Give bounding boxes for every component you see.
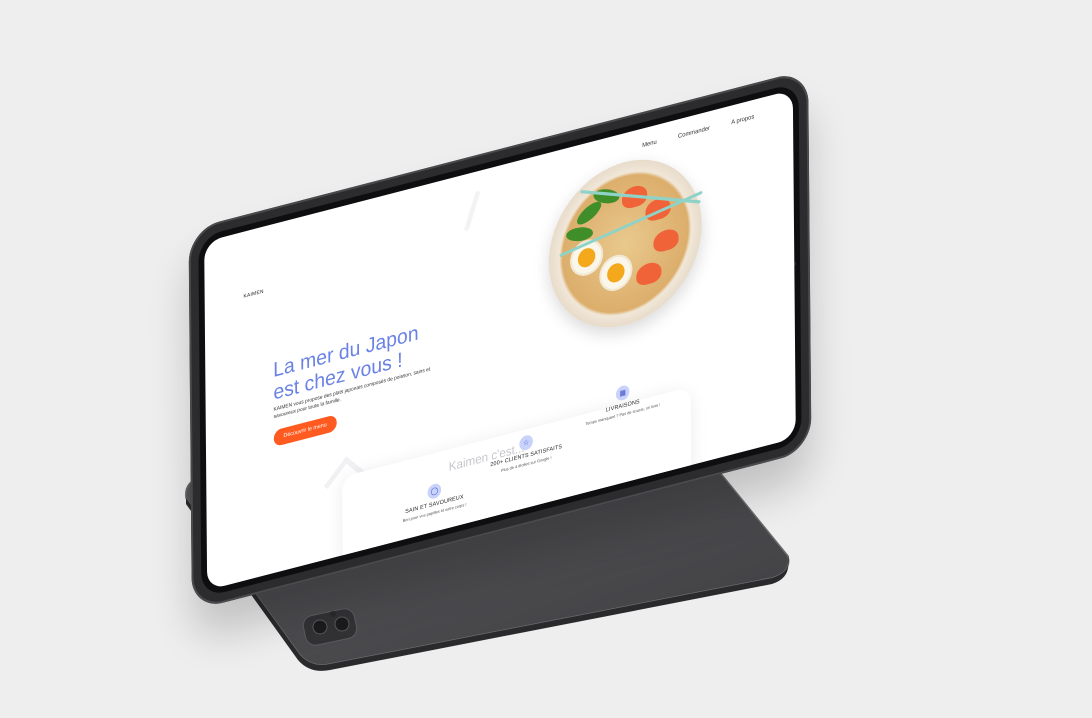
ramen-bowl-image bbox=[548, 142, 703, 345]
mockup-scene: Menu Commander A propos KAIMEN La mer du… bbox=[0, 0, 1092, 718]
egg bbox=[599, 251, 633, 295]
decorative-line bbox=[463, 190, 481, 232]
nav-link-menu[interactable]: Menu bbox=[642, 139, 657, 149]
shrimp bbox=[653, 226, 679, 254]
shrimp bbox=[636, 260, 662, 288]
qr-code-icon: ▦ bbox=[615, 383, 630, 402]
brand-logo[interactable]: KAIMEN bbox=[243, 289, 263, 300]
nav-link-commander[interactable]: Commander bbox=[678, 126, 710, 140]
nav-link-a-propos[interactable]: A propos bbox=[731, 114, 754, 126]
greens bbox=[574, 197, 605, 229]
discover-menu-button[interactable]: Découvrir le menu bbox=[273, 414, 337, 448]
bowl-icon: ◯ bbox=[427, 482, 442, 501]
star-icon: ☆ bbox=[519, 433, 533, 452]
